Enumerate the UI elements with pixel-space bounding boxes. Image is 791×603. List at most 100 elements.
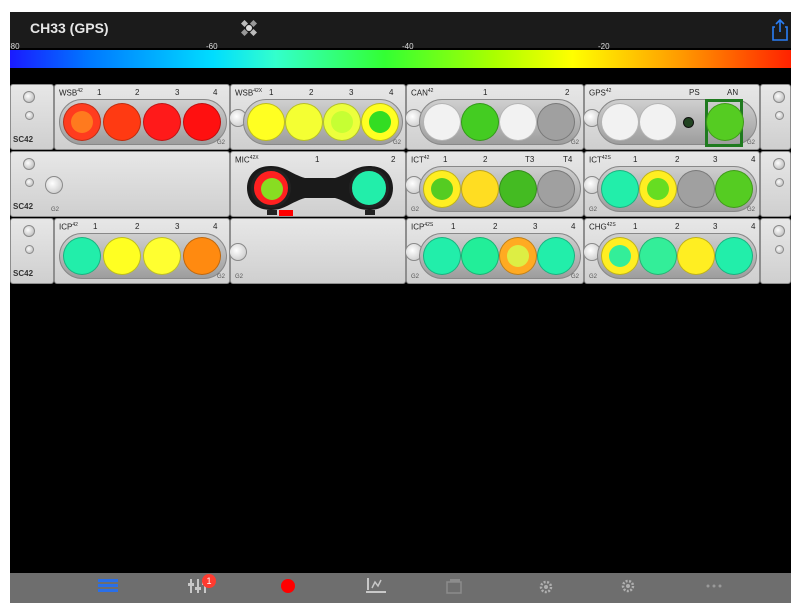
channel-led[interactable] xyxy=(639,170,677,208)
rack-model-label: SC42 xyxy=(13,135,34,144)
header: CH33 (GPS) xyxy=(10,12,791,48)
module-label: ICT42 xyxy=(411,155,430,165)
channel-led[interactable] xyxy=(601,237,639,275)
tab-rack[interactable] xyxy=(68,576,148,603)
module-mic42x[interactable]: MIC42X 1 2 xyxy=(230,151,406,217)
rack-ear xyxy=(760,84,791,150)
channel-led[interactable] xyxy=(461,103,499,141)
channel-led[interactable] xyxy=(183,237,221,275)
channel-number: 1 xyxy=(633,222,638,231)
channel-number: 2 xyxy=(135,88,140,97)
module-wsb42x[interactable]: WSB42X 1 2 3 4 G2 xyxy=(229,84,406,150)
tab-more-settings[interactable] xyxy=(588,576,668,603)
screw xyxy=(25,178,34,187)
channel-led[interactable] xyxy=(715,170,753,208)
channel-number: 1 xyxy=(451,222,456,231)
rack-ear xyxy=(760,151,791,217)
channel-led[interactable] xyxy=(247,103,285,141)
channel-led[interactable] xyxy=(639,103,677,141)
rack-ear xyxy=(760,218,791,284)
channel-led[interactable] xyxy=(461,170,499,208)
channel-led[interactable] xyxy=(537,170,575,208)
module-can42[interactable]: CAN42 1 2 G2 xyxy=(405,84,584,150)
channel-led[interactable] xyxy=(143,103,181,141)
tab-more[interactable] xyxy=(674,576,754,603)
channel-number: 1 xyxy=(269,88,274,97)
channel-number: 4 xyxy=(751,155,756,164)
channel-led[interactable] xyxy=(251,168,291,208)
tab-mixer[interactable]: 1 xyxy=(158,574,238,603)
channel-led[interactable] xyxy=(677,170,715,208)
module-label: CHG42S xyxy=(589,222,616,232)
channel-number: 2 xyxy=(675,222,680,231)
tab-scenes[interactable] xyxy=(414,576,494,603)
screw xyxy=(773,225,785,237)
channel-led[interactable] xyxy=(601,170,639,208)
channel-led[interactable] xyxy=(63,103,101,141)
tab-system-settings[interactable] xyxy=(506,576,586,603)
channel-led[interactable] xyxy=(423,237,461,275)
channel-led[interactable] xyxy=(285,103,323,141)
channel-number: 2 xyxy=(135,222,140,231)
more-settings-icon xyxy=(621,579,635,593)
module-ict42[interactable]: ICT42 1 2 T3 T4 G2 xyxy=(405,151,584,217)
share-icon[interactable] xyxy=(771,19,789,41)
channel-led[interactable] xyxy=(183,103,221,141)
channel-led[interactable] xyxy=(103,237,141,275)
channel-led[interactable] xyxy=(639,237,677,275)
channel-led[interactable] xyxy=(349,168,389,208)
channel-led[interactable] xyxy=(499,170,537,208)
channel-led[interactable] xyxy=(143,237,181,275)
channel-led[interactable] xyxy=(63,237,101,275)
rack-ear: SC42 xyxy=(10,84,54,150)
channel-number: AN xyxy=(727,88,739,97)
g2-label: G2 xyxy=(571,140,580,146)
g2-label: G2 xyxy=(411,207,420,213)
screw xyxy=(775,111,784,120)
channel-number: 1 xyxy=(93,222,98,231)
channel-led[interactable] xyxy=(706,103,744,141)
record-icon xyxy=(281,579,295,593)
channel-number: 2 xyxy=(565,88,570,97)
module-gps42[interactable]: GPS42 PS AN G2 xyxy=(583,84,760,150)
channel-number: 3 xyxy=(349,88,354,97)
g2-label: G2 xyxy=(217,140,226,146)
channel-led[interactable] xyxy=(715,237,753,275)
channel-led[interactable] xyxy=(677,237,715,275)
channel-led[interactable] xyxy=(423,103,461,141)
channel-led[interactable] xyxy=(537,103,575,141)
gps-satellite-icon[interactable] xyxy=(241,20,257,36)
rack-ear: SC42 xyxy=(10,218,54,284)
g2-label: G2 xyxy=(51,207,60,213)
channel-led[interactable] xyxy=(499,237,537,275)
module-wsb42[interactable]: WSB42 1 2 3 4 G2 xyxy=(54,84,230,150)
channel-led[interactable] xyxy=(601,103,639,141)
rack-row-1: SC42 WSB42 1 2 3 4 G2 WSB42X 1 2 3 4 G2 … xyxy=(10,84,791,150)
channel-led[interactable] xyxy=(537,237,575,275)
channel-led[interactable] xyxy=(461,237,499,275)
screw xyxy=(25,245,34,254)
tab-record[interactable] xyxy=(248,576,328,603)
screw xyxy=(23,91,35,103)
g2-label: G2 xyxy=(411,274,420,280)
notification-badge: 1 xyxy=(202,574,216,588)
tab-channels[interactable] xyxy=(336,576,416,603)
channel-number: 1 xyxy=(97,88,102,97)
channel-led[interactable] xyxy=(499,103,537,141)
channel-led[interactable] xyxy=(103,103,141,141)
module-icp42[interactable]: ICP42 1 2 3 4 G2 xyxy=(54,218,230,284)
channel-led[interactable] xyxy=(361,103,399,141)
g2-label: G2 xyxy=(589,274,598,280)
channel-number: 3 xyxy=(713,155,718,164)
scenes-icon xyxy=(446,579,462,594)
channel-number: 1 xyxy=(633,155,638,164)
module-ict42s[interactable]: ICT42S 1 2 3 4 G2 G2 xyxy=(583,151,760,217)
channel-led[interactable] xyxy=(423,170,461,208)
channel-led[interactable] xyxy=(323,103,361,141)
module-label: WSB42X xyxy=(235,88,263,98)
level-color-scale xyxy=(10,50,791,68)
channels-icon xyxy=(366,578,386,593)
mic-indicator xyxy=(365,210,375,215)
module-icp42s[interactable]: ICP42S 1 2 3 4 G2 G2 xyxy=(405,218,584,284)
module-chg42s[interactable]: CHG42S 1 2 3 4 G2 xyxy=(583,218,760,284)
